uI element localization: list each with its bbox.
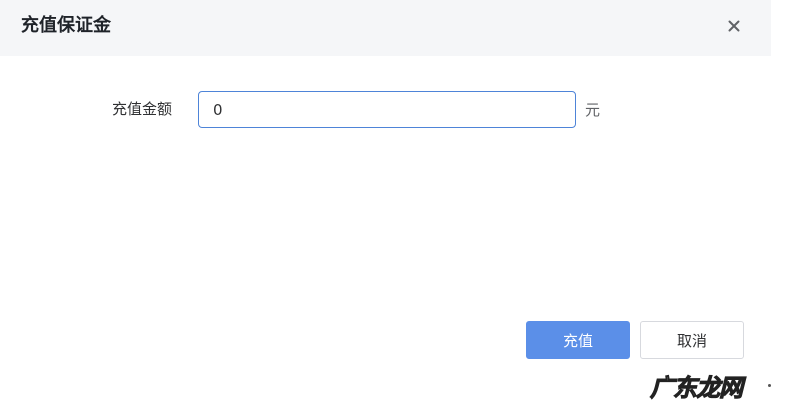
amount-input[interactable] [198, 91, 576, 128]
close-button[interactable] [722, 14, 746, 38]
watermark-dot [768, 384, 771, 387]
dialog-header: 充值保证金 [0, 0, 771, 56]
close-icon [728, 20, 740, 32]
amount-label: 充值金额 [112, 100, 173, 118]
cancel-button[interactable]: 取消 [640, 321, 744, 359]
recharge-button[interactable]: 充值 [526, 321, 630, 359]
unit-label: 元 [585, 101, 601, 119]
dialog-title: 充值保证金 [21, 15, 111, 36]
recharge-deposit-dialog: 充值保证金 充值金额 元 充值 取消 [0, 0, 771, 418]
watermark-logo: 广东龙网 [650, 374, 744, 403]
